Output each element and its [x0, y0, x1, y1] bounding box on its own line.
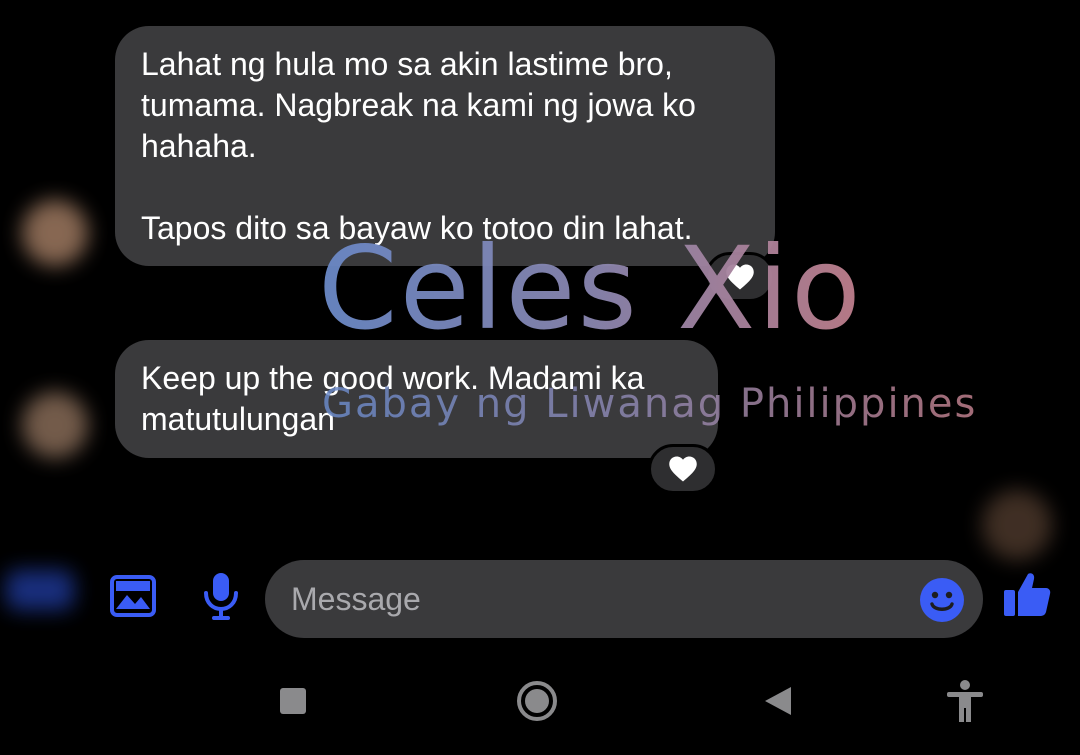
- watermark-subtitle: Gabay ng Liwanag Philippines: [322, 381, 978, 427]
- more-actions-icon[interactable]: [6, 570, 74, 610]
- thumbs-up-icon: [1004, 573, 1051, 616]
- home-icon: [517, 681, 557, 721]
- seen-avatar: [982, 490, 1052, 560]
- back-icon: [765, 687, 791, 715]
- heart-icon: [669, 456, 697, 482]
- watermark-title: Celes Xio: [318, 222, 863, 355]
- microphone-icon: [204, 573, 238, 620]
- like-button[interactable]: [1000, 568, 1054, 620]
- emoji-icon: [920, 578, 964, 622]
- message-input[interactable]: [265, 560, 983, 638]
- message-reaction[interactable]: [648, 444, 718, 494]
- back-button[interactable]: [760, 682, 796, 720]
- gallery-icon: [110, 575, 156, 617]
- recent-apps-icon: [280, 688, 306, 714]
- recent-apps-button[interactable]: [276, 684, 310, 718]
- sender-avatar[interactable]: [22, 392, 88, 458]
- emoji-button[interactable]: [918, 576, 966, 624]
- sender-avatar[interactable]: [22, 200, 88, 266]
- accessibility-icon: [947, 680, 983, 722]
- home-button[interactable]: [514, 678, 560, 724]
- gallery-button[interactable]: [106, 570, 160, 622]
- voice-button[interactable]: [196, 568, 246, 624]
- accessibility-button[interactable]: [942, 678, 988, 724]
